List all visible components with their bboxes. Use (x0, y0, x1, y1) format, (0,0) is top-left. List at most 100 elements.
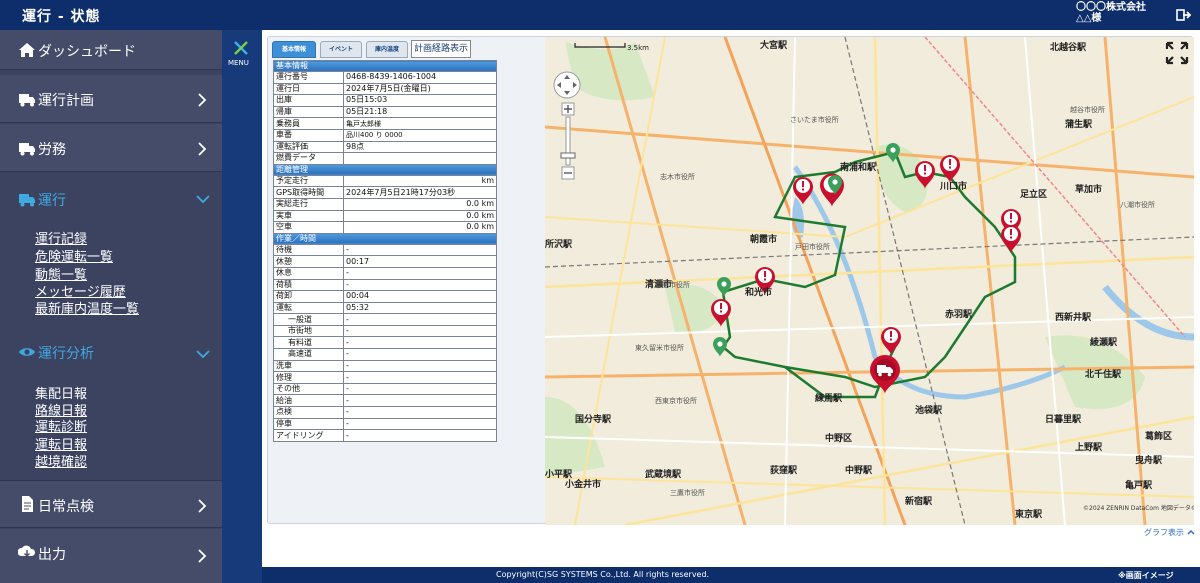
row-value: - (343, 429, 497, 442)
graph-display-link[interactable]: グラフ表示 (1144, 527, 1195, 538)
row-key: 一般道 (273, 313, 344, 326)
row-value: 0.0 km (343, 197, 497, 211)
tab-event[interactable]: イベント (320, 41, 362, 58)
row-key: 市街地 (273, 324, 344, 338)
map-place-label: 武蔵境駅 (645, 468, 682, 480)
map-place-label: 中野区 (825, 432, 852, 444)
sidebar-item-dashboard[interactable]: ダッシュボード (0, 30, 222, 70)
map-place-label: 戸田市役所 (795, 242, 830, 251)
map-place-label: 荻窪駅 (770, 464, 798, 476)
company-line-1: 〇〇〇株式会社 (1076, 2, 1146, 13)
sidebar-item-label: 労務 (38, 142, 66, 158)
table-row: アイドリング - (273, 429, 497, 442)
menu-label: MENU (228, 59, 249, 67)
eye-icon (19, 348, 35, 356)
menu-toggle[interactable]: MENU (222, 30, 262, 583)
table-row: 休息 - (273, 266, 497, 280)
sublink-latest-temperature[interactable]: 最新庫内温度一覧 (35, 298, 139, 317)
sublink-driving-diagnosis[interactable]: 運転診断 (35, 416, 87, 435)
sidebar-item-label: 日常点検 (38, 499, 94, 515)
sublink-border-check[interactable]: 越境確認 (35, 451, 87, 470)
route-map[interactable]: 大宮駅 北越谷駅 蒲生駅 南浦和駅 川口市 草加市 朝霞市 清瀬市 和光市 赤羽駅 西新井駅 綾瀬駅北… (545, 37, 1194, 525)
map-place-label: 足立区 (1020, 188, 1047, 200)
row-value: 05:32 (343, 301, 497, 315)
map-copyright: ©2024 ZENRIN DataCom 地図データ©2024 ZENRIN (1083, 504, 1194, 512)
table-row: GPS取得時間 2024年7月5日21時17分03秒 (273, 186, 497, 199)
table-row: 実車 0.0 km (273, 209, 497, 223)
map-place-label: 小金井市 (564, 478, 601, 490)
row-value: - (343, 417, 497, 431)
map-place-label: 和光市 (744, 286, 772, 298)
tab-basic-info[interactable]: 基本情報 (272, 41, 316, 58)
map-place-label: さいたま市役所 (790, 115, 839, 124)
row-value: - (343, 394, 497, 408)
map-place-label: 越谷市役所 (1070, 105, 1105, 114)
top-bar: 運行 - 状態 〇〇〇株式会社 △△様 (0, 0, 1200, 30)
sidebar-item-analysis[interactable]: 運行分析 (0, 330, 222, 376)
sidebar-item-operation[interactable]: 運行 (0, 173, 222, 225)
sidebar: ダッシュボード 運行計画 労務 運行 運行記録 危険運転一覧 動態一覧 メッセー… (0, 30, 222, 583)
table-row: 帰庫 05日21:18 (273, 105, 497, 119)
chevron-right-icon (198, 93, 207, 107)
map-place-label: 中野駅 (845, 464, 873, 476)
map-place-label: 国分寺駅 (575, 413, 612, 425)
row-key: 空車 (273, 221, 344, 234)
plan-route-button[interactable]: 計画経路表示 (411, 40, 471, 58)
sidebar-item-label: 運行 (38, 193, 66, 209)
row-key: 休憩 (273, 255, 344, 268)
sublink-danger-driving[interactable]: 危険運転一覧 (35, 246, 113, 265)
map-place-label: 川口市 (939, 180, 967, 192)
sidebar-item-labor[interactable]: 労務 (0, 124, 222, 172)
row-key: 給油 (273, 394, 344, 408)
section-header-work: 作業／時間 (273, 232, 497, 245)
row-value: 98点 (343, 140, 497, 154)
row-key: 出庫 (273, 94, 344, 107)
truck-icon (19, 194, 35, 207)
row-key: 運行番号 (273, 71, 344, 84)
row-key: 実車 (273, 209, 344, 223)
truck-icon (19, 94, 35, 107)
map-canvas[interactable]: 大宮駅 北越谷駅蒲生駅南浦和駅川口市 草加市朝霞市清瀬市和光市赤羽駅 西新井駅綾瀬駅北… (545, 37, 1194, 525)
row-key: 予定走行 (273, 174, 344, 188)
footer: Copyright(C)SG SYSTEMS Co.,Ltd. All righ… (262, 567, 1200, 583)
row-value: - (343, 336, 497, 350)
row-key: 高速道 (273, 348, 344, 361)
map-place-label: 草加市 (1075, 183, 1102, 195)
operation-panel: 基本情報 イベント 庫内温度 計画経路表示 基本情報 運行番号 0468-8439… (267, 36, 1194, 525)
map-place-label: 三鷹市役所 (670, 488, 705, 497)
map-place-label: 小平駅 (545, 468, 573, 480)
sidebar-item-output[interactable]: 出力 (0, 529, 222, 583)
row-value: 00:17 (343, 255, 497, 268)
row-key: 修理 (273, 371, 344, 384)
chevron-right-icon (198, 549, 207, 563)
map-place-label: 志木市役所 (660, 172, 695, 181)
row-value: 0.0 km (343, 221, 497, 234)
graph-link-label: グラフ表示 (1144, 528, 1184, 537)
row-key: GPS取得時間 (273, 186, 344, 199)
row-key: 荷積 (273, 278, 344, 292)
row-key: アイドリング (273, 429, 344, 442)
pan-control[interactable] (553, 71, 581, 99)
table-row: 修理 - (273, 371, 497, 384)
row-value: 品川400 り 0000 (343, 128, 497, 142)
row-key: 燃費データ (273, 152, 344, 165)
row-value: - (343, 324, 497, 338)
zoom-thumb[interactable] (560, 152, 576, 159)
footer-note: ※画面イメージ (1118, 571, 1174, 580)
sublink-operation-record[interactable]: 運行記録 (35, 228, 87, 247)
map-place-label: 新座市役所 (655, 280, 690, 289)
company-line-2: △△様 (1076, 13, 1102, 24)
tab-temperature[interactable]: 庫内温度 (366, 41, 408, 58)
sidebar-item-daily-inspection[interactable]: 日常点検 (0, 480, 222, 528)
truck-icon (19, 143, 35, 156)
row-value: 05日15:03 (343, 94, 497, 107)
map-place-label: 新宿駅 (905, 495, 933, 507)
row-key: 乗務員 (273, 117, 344, 130)
sidebar-item-plan[interactable]: 運行計画 (0, 75, 222, 123)
table-row: その他 - (273, 382, 497, 396)
row-key: 点検 (273, 406, 344, 419)
row-value: - (343, 371, 497, 384)
table-row: 市街地 - (273, 324, 497, 338)
logout-icon[interactable] (1176, 7, 1192, 23)
chevron-right-icon (198, 142, 207, 156)
